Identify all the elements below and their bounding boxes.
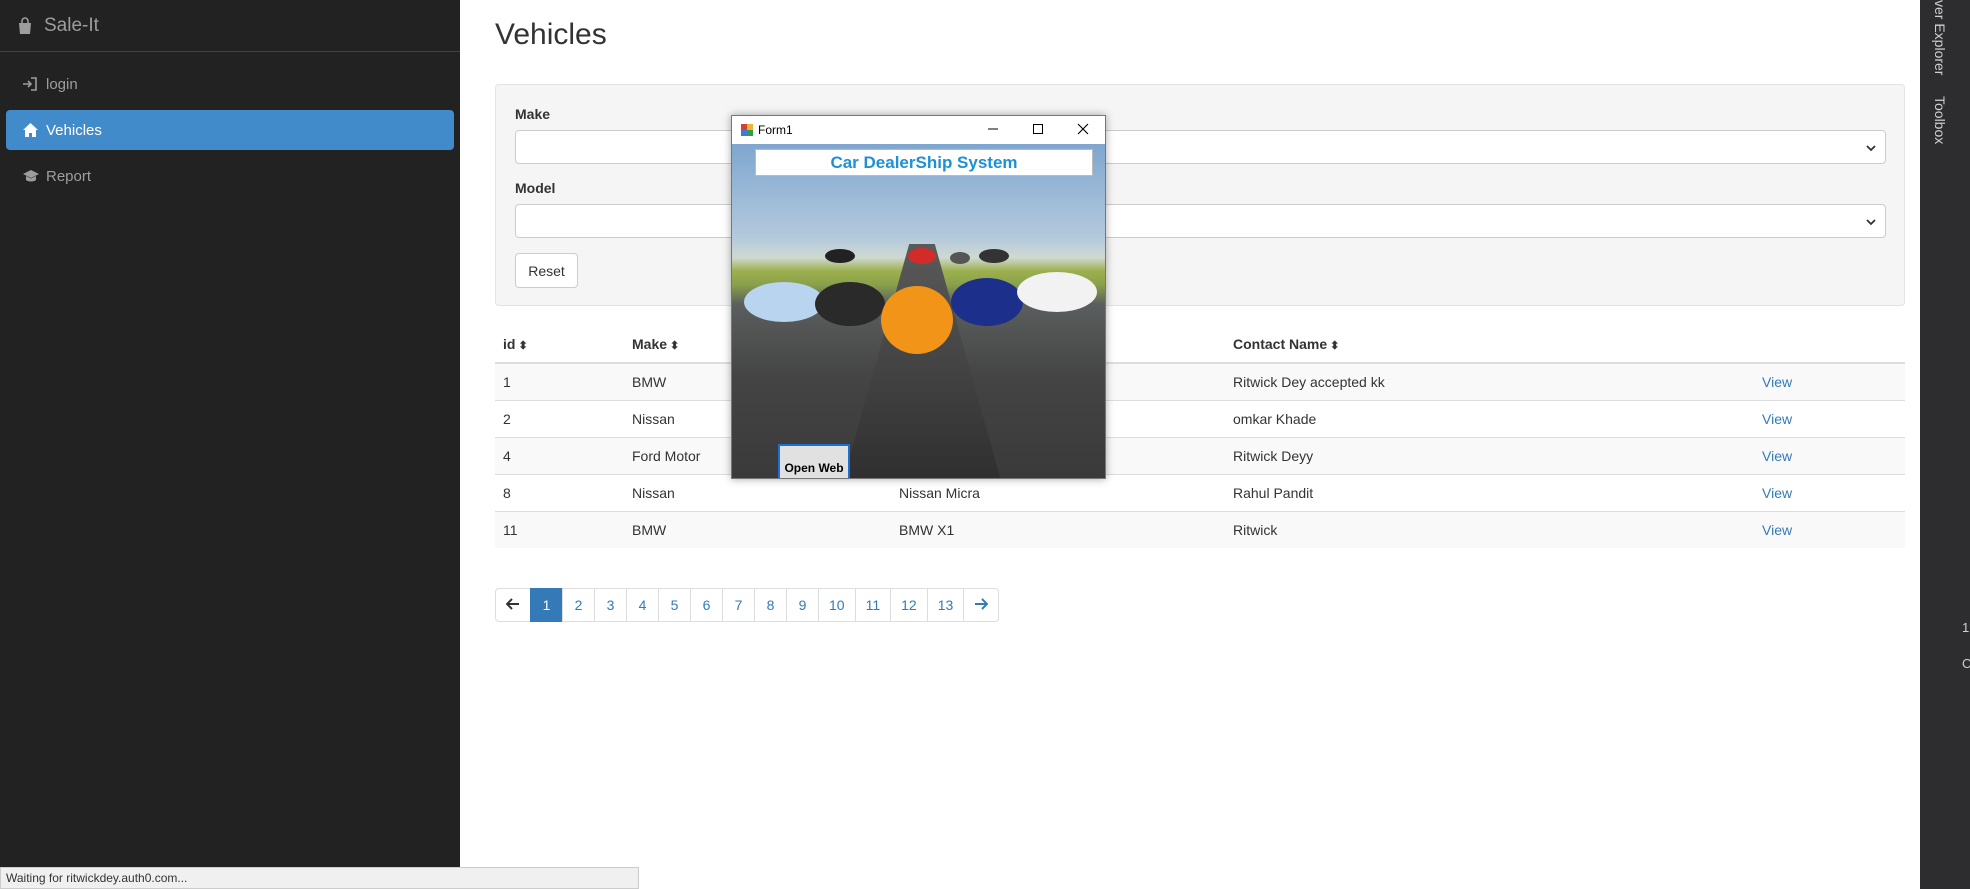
- cell-id: 8: [495, 473, 624, 511]
- cell-id: 2: [495, 399, 624, 437]
- sidebar: Sale-It login Vehicles Report: [0, 0, 460, 889]
- model-select[interactable]: [515, 204, 1886, 238]
- sidebar-item-label: login: [46, 75, 78, 93]
- view-link[interactable]: View: [1762, 411, 1792, 427]
- table-row: 8 Nissan Nissan Micra Rahul Pandit View: [495, 473, 1905, 511]
- sidebar-item-label: Report: [46, 167, 92, 185]
- sort-icon: ⬍: [670, 340, 680, 352]
- cell-id: 1: [495, 362, 624, 400]
- sort-icon: ⬍: [518, 340, 528, 352]
- next-page-button[interactable]: [963, 588, 1000, 622]
- minimize-icon: [987, 122, 999, 138]
- column-header-label: id: [503, 336, 516, 352]
- reset-button[interactable]: Reset: [515, 253, 578, 288]
- form1-window: Form1 Car DealerShip System Open Web: [731, 115, 1106, 479]
- shopping-bag-icon: [16, 16, 34, 35]
- column-header-contact-name[interactable]: Contact Name ⬍: [1225, 326, 1754, 364]
- prev-page-button[interactable]: [495, 588, 531, 622]
- arrow-right-icon: [974, 597, 989, 613]
- page-button-3[interactable]: 3: [594, 588, 627, 622]
- page-title: Vehicles: [495, 18, 607, 51]
- ide-tab-explorer[interactable]: ver Explorer: [1932, 0, 1948, 75]
- filter-panel: Make Model Reset: [495, 84, 1905, 306]
- browser-status-bar: Waiting for ritwickdey.auth0.com...: [0, 867, 639, 889]
- page-button-12[interactable]: 12: [890, 588, 928, 622]
- cell-contact: Ritwick Dey accepted kk: [1225, 362, 1754, 400]
- view-link[interactable]: View: [1762, 485, 1792, 501]
- table-header-row: id ⬍ Make ⬍ Contact Name ⬍: [495, 326, 1905, 364]
- cell-contact: Ritwick Deyy: [1225, 436, 1754, 474]
- open-web-button[interactable]: Open Web: [778, 444, 850, 478]
- page-button-6[interactable]: 6: [690, 588, 723, 622]
- table-row: 1 BMW Ritwick Dey accepted kk View: [495, 362, 1905, 400]
- page-button-10[interactable]: 10: [818, 588, 856, 622]
- cell-contact: omkar Khade: [1225, 399, 1754, 437]
- cell-make: BMW: [624, 510, 891, 548]
- vehicles-table: id ⬍ Make ⬍ Contact Name ⬍ 1 BMW Ritwick De…: [495, 326, 1905, 548]
- cell-id: 4: [495, 436, 624, 474]
- close-button[interactable]: [1060, 116, 1105, 144]
- maximize-icon: [1032, 122, 1044, 138]
- page-button-4[interactable]: 4: [626, 588, 659, 622]
- arrow-left-icon: [505, 597, 520, 613]
- page-button-7[interactable]: 7: [722, 588, 755, 622]
- maximize-button[interactable]: [1015, 116, 1060, 144]
- app-icon: [741, 124, 753, 136]
- view-link[interactable]: View: [1762, 522, 1792, 538]
- chevron-down-icon: [1865, 141, 1877, 157]
- brand-label: Sale-It: [44, 14, 99, 36]
- ide-glyph: 1: [1962, 620, 1970, 635]
- column-header-label: Make: [632, 336, 668, 352]
- sidebar-item-report[interactable]: Report: [6, 156, 454, 196]
- page-button-8[interactable]: 8: [754, 588, 787, 622]
- ide-glyph: C: [1962, 656, 1970, 671]
- pagination: 1 2 3 4 5 6 7 8 9 10 11 12 13: [495, 588, 1000, 622]
- cell-model: BMW X1: [891, 510, 1225, 548]
- page-button-13[interactable]: 13: [926, 588, 965, 622]
- page-button-1[interactable]: 1: [530, 588, 563, 622]
- brand[interactable]: Sale-It: [0, 0, 460, 52]
- table-row: 2 Nissan omkar Khade View: [495, 399, 1905, 437]
- sort-icon: ⬍: [1330, 340, 1340, 352]
- model-label: Model: [515, 180, 556, 196]
- page-button-11[interactable]: 11: [854, 588, 892, 622]
- page-button-9[interactable]: 9: [786, 588, 819, 622]
- make-label: Make: [515, 106, 551, 122]
- cell-contact: Rahul Pandit: [1225, 473, 1754, 511]
- cell-contact: Ritwick: [1225, 510, 1754, 548]
- background-image: Car DealerShip System Open Web: [732, 144, 1105, 478]
- sports-cars-image: [744, 248, 1097, 354]
- window-title: Form1: [758, 123, 793, 137]
- column-header-id[interactable]: id ⬍: [495, 326, 624, 364]
- sidebar-item-label: Vehicles: [46, 121, 102, 139]
- main-content: Vehicles Make Model Reset id ⬍ Make ⬍ Cont…: [460, 0, 1920, 889]
- cell-id: 11: [495, 510, 624, 548]
- cell-model: Nissan Micra: [891, 473, 1225, 511]
- make-select[interactable]: [515, 130, 1886, 164]
- ide-tab-toolbox[interactable]: Toolbox: [1932, 96, 1948, 144]
- view-link[interactable]: View: [1762, 448, 1792, 464]
- home-icon: [22, 122, 46, 138]
- sidebar-item-login[interactable]: login: [6, 64, 454, 104]
- page-button-2[interactable]: 2: [562, 588, 595, 622]
- close-icon: [1077, 122, 1089, 138]
- page-button-5[interactable]: 5: [658, 588, 691, 622]
- sign-in-icon: [22, 76, 46, 92]
- column-header-label: Contact Name: [1233, 336, 1328, 352]
- app-title-label: Car DealerShip System: [755, 149, 1093, 176]
- table-row: 11 BMW BMW X1 Ritwick View: [495, 510, 1905, 548]
- cell-make: Nissan: [624, 473, 891, 511]
- sidebar-item-vehicles[interactable]: Vehicles: [6, 110, 454, 150]
- table-row: 4 Ford Motor Ritwick Deyy View: [495, 436, 1905, 474]
- window-titlebar[interactable]: Form1: [732, 116, 1105, 144]
- minimize-button[interactable]: [970, 116, 1015, 144]
- view-link[interactable]: View: [1762, 374, 1792, 390]
- chevron-down-icon: [1865, 215, 1877, 231]
- column-header-actions: [1754, 326, 1905, 364]
- graduation-cap-icon: [22, 169, 46, 183]
